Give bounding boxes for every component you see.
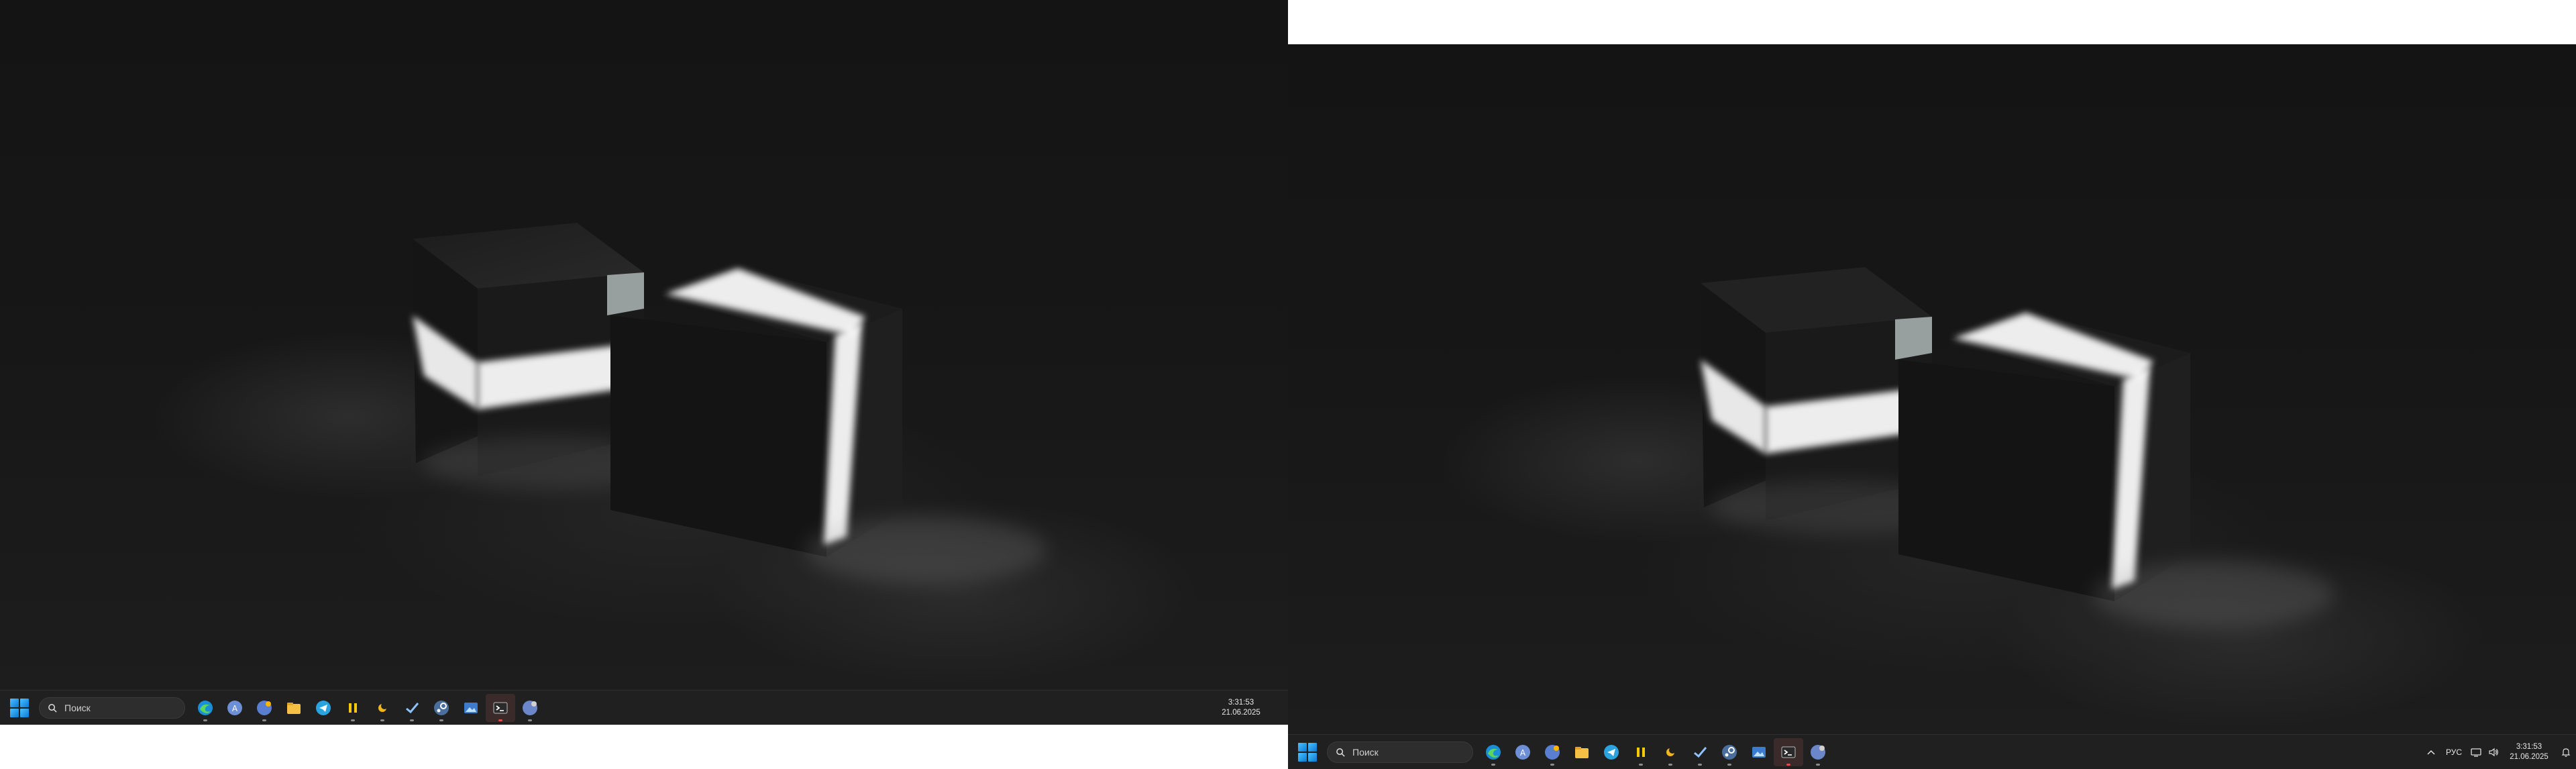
taskbar-app-photos[interactable] (456, 694, 486, 722)
photos-icon (464, 703, 478, 713)
taskbar-right: Поиск A РУС 3:31:53 21.06.2025 (1288, 734, 2576, 769)
taskbar-app-edge[interactable] (191, 694, 220, 722)
network-button[interactable] (2467, 735, 2485, 769)
search-input[interactable]: Поиск (1327, 741, 1473, 763)
desktop-wallpaper (1288, 44, 2576, 734)
taskbar-app-b[interactable] (250, 694, 279, 722)
search-placeholder: Поиск (1352, 747, 1379, 758)
terminal-icon (1781, 746, 1796, 758)
app-b-icon (257, 701, 272, 715)
taskbar-app-a[interactable]: A (220, 694, 250, 722)
app-sun-icon (378, 703, 388, 712)
app-sun-icon (1666, 747, 1676, 756)
file-explorer-icon (1575, 747, 1589, 758)
photos-icon (1752, 747, 1766, 758)
clock[interactable]: 3:31:53 21.06.2025 (2502, 735, 2556, 769)
telegram-icon (316, 701, 331, 715)
taskbar-app-check[interactable] (1685, 738, 1715, 766)
taskbar-app-pause[interactable] (338, 694, 368, 722)
network-icon (2471, 748, 2481, 757)
app-pause-icon (1637, 748, 1645, 757)
monitor-left: Поиск A 3:31:53 21.06.2025 (0, 0, 1288, 725)
taskbar-app-edge[interactable] (1479, 738, 1508, 766)
edge-icon (198, 701, 213, 715)
pinned-apps: A (191, 694, 545, 722)
clock-date: 21.06.2025 (2510, 753, 2548, 761)
monitor-right: Поиск A РУС 3:31:53 21.06.2025 (1288, 44, 2576, 769)
terminal-icon (493, 702, 508, 714)
search-icon (1336, 748, 1345, 757)
taskbar-app-steam[interactable] (1715, 738, 1744, 766)
taskbar-app-c[interactable] (515, 694, 545, 722)
taskbar-app-check[interactable] (397, 694, 427, 722)
file-explorer-icon (287, 703, 301, 714)
steam-icon (434, 701, 449, 715)
app-check-icon (406, 703, 419, 714)
windows-logo-icon (1298, 743, 1307, 752)
taskbar-app-sun[interactable] (368, 694, 397, 722)
notification-button[interactable] (2556, 735, 2576, 769)
taskbar-app-photos[interactable] (1744, 738, 1774, 766)
notification-area[interactable] (1268, 690, 1288, 725)
pinned-apps: A (1479, 738, 1833, 766)
taskbar-app-steam[interactable] (427, 694, 456, 722)
app-a-icon: A (1515, 745, 1530, 760)
start-button[interactable] (9, 698, 30, 718)
clock-time: 3:31:53 (1228, 699, 1254, 707)
search-icon (48, 703, 57, 713)
app-check-icon (1694, 747, 1707, 758)
clock-date: 21.06.2025 (1222, 709, 1260, 717)
app-c-icon (523, 701, 537, 715)
taskbar-app-sun[interactable] (1656, 738, 1685, 766)
search-placeholder: Поиск (64, 703, 91, 713)
app-a-icon: A (227, 701, 242, 715)
taskbar-app-telegram[interactable] (1597, 738, 1626, 766)
taskbar-app-explorer[interactable] (1567, 738, 1597, 766)
desktop-wallpaper (0, 0, 1288, 690)
volume-button[interactable] (2485, 735, 2502, 769)
taskbar-app-a[interactable]: A (1508, 738, 1538, 766)
taskbar-app-pause[interactable] (1626, 738, 1656, 766)
system-tray: 3:31:53 21.06.2025 (1214, 690, 1288, 725)
steam-icon (1722, 745, 1737, 760)
taskbar-app-telegram[interactable] (309, 694, 338, 722)
taskbar-app-b[interactable] (1538, 738, 1567, 766)
taskbar-app-terminal[interactable] (1774, 738, 1803, 766)
taskbar-app-explorer[interactable] (279, 694, 309, 722)
taskbar-app-terminal[interactable] (486, 694, 515, 722)
app-c-icon (1811, 745, 1825, 760)
svg-text:A: A (232, 704, 238, 713)
svg-text:A: A (1520, 748, 1526, 758)
clock-time: 3:31:53 (2516, 743, 2542, 751)
search-input[interactable]: Поиск (39, 697, 185, 719)
show-hidden-icons-button[interactable] (2422, 735, 2440, 769)
glowing-cubes-wallpaper (413, 223, 1046, 584)
windows-logo-icon (10, 699, 19, 707)
chevron-up-icon (2427, 750, 2435, 755)
taskbar-left: Поиск A 3:31:53 21.06.2025 (0, 690, 1288, 725)
system-tray: РУС 3:31:53 21.06.2025 (2422, 735, 2576, 769)
telegram-icon (1604, 745, 1619, 760)
start-button[interactable] (1297, 742, 1318, 762)
language-indicator[interactable]: РУС (2440, 735, 2467, 769)
clock[interactable]: 3:31:53 21.06.2025 (1214, 690, 1268, 725)
app-b-icon (1545, 745, 1560, 760)
glowing-cubes-wallpaper (1701, 267, 2334, 628)
taskbar-app-c[interactable] (1803, 738, 1833, 766)
edge-icon (1486, 745, 1501, 760)
speaker-icon (2489, 748, 2498, 757)
app-pause-icon (349, 703, 357, 713)
bell-icon (2561, 748, 2571, 757)
